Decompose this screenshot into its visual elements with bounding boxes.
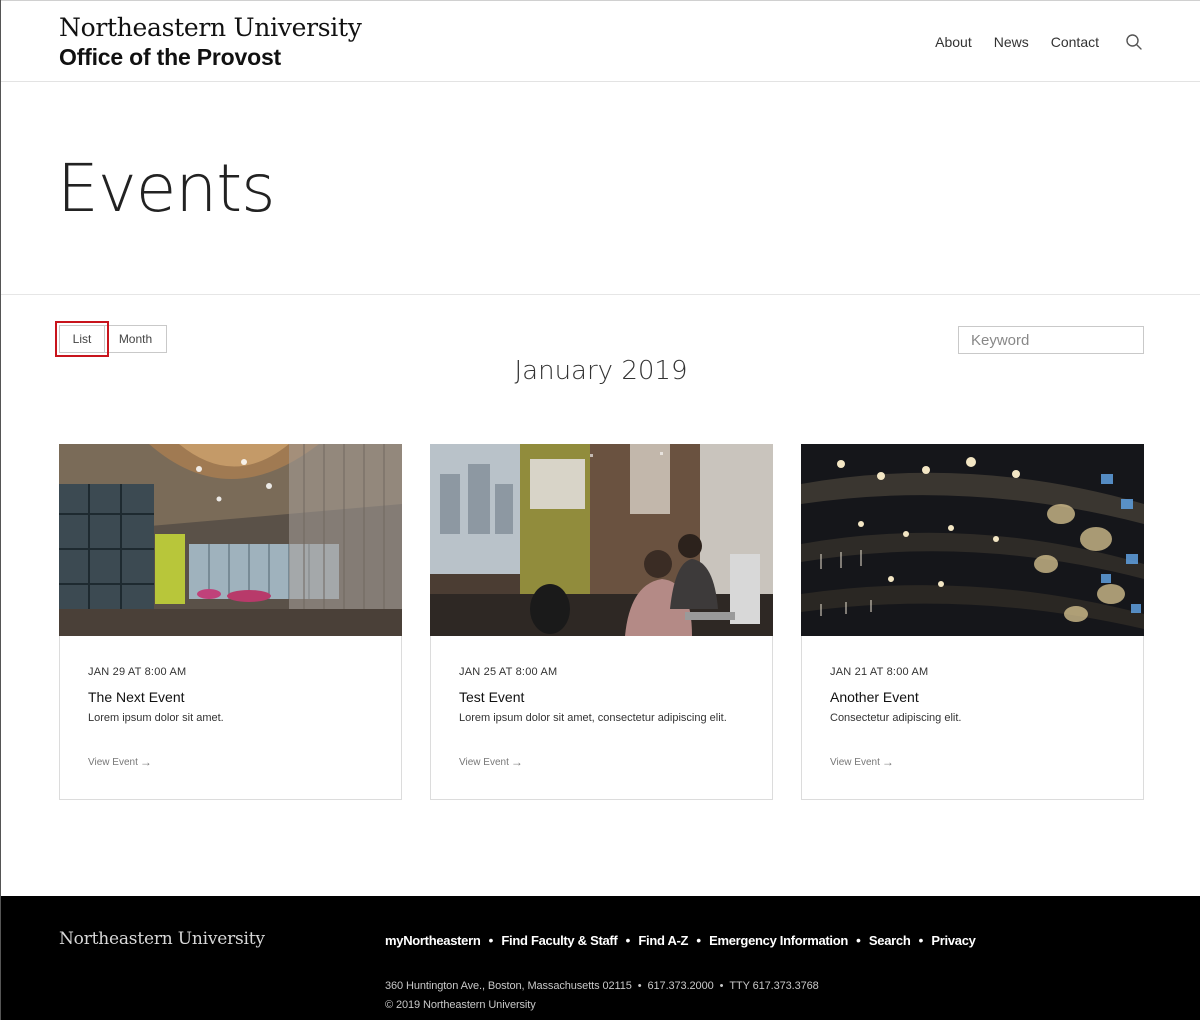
- search-icon[interactable]: [1125, 33, 1143, 51]
- event-card-body: JAN 25 AT 8:00 AM Test Event Lorem ipsum…: [459, 665, 752, 725]
- event-date: JAN 25 AT 8:00 AM: [459, 666, 558, 678]
- site-logo[interactable]: Northeastern University Office of the Pr…: [59, 13, 362, 71]
- brand-university: Northeastern University: [59, 13, 362, 42]
- hero: Events: [1, 83, 1200, 295]
- arrow-right-icon: →: [881, 755, 894, 769]
- view-event-label: View Event: [830, 756, 880, 768]
- main-nav: About News Contact: [913, 31, 1143, 53]
- event-description: Lorem ipsum dolor sit amet.: [88, 712, 224, 724]
- site-footer: Northeastern University myNortheastern •…: [1, 896, 1200, 1020]
- footer-address: 360 Huntington Ave., Boston, Massachuset…: [385, 980, 819, 992]
- copyright: © 2019 Northeastern University: [385, 999, 536, 1011]
- view-event-link[interactable]: View Event →: [459, 755, 523, 769]
- phone-number[interactable]: 617.373.2000: [648, 980, 714, 992]
- list-view-button[interactable]: List: [55, 321, 109, 357]
- separator-dot: •: [637, 980, 642, 992]
- event-card[interactable]: JAN 21 AT 8:00 AM Another Event Consecte…: [801, 444, 1144, 800]
- view-event-label: View Event: [459, 756, 509, 768]
- event-image: [801, 444, 1144, 636]
- nav-contact[interactable]: Contact: [1051, 31, 1099, 53]
- brand-office: Office of the Provost: [59, 44, 281, 70]
- nav-news[interactable]: News: [994, 31, 1029, 53]
- event-title[interactable]: Another Event: [830, 688, 1123, 706]
- separator-dot: •: [488, 932, 494, 948]
- event-image: [430, 444, 773, 636]
- event-title[interactable]: Test Event: [459, 688, 752, 706]
- month-view-button[interactable]: Month: [105, 325, 167, 353]
- tty-number[interactable]: TTY 617.373.3768: [729, 980, 818, 992]
- page-title: Events: [57, 150, 275, 227]
- nav-about[interactable]: About: [935, 31, 972, 53]
- footer-link-find-a-z[interactable]: Find A-Z: [638, 933, 688, 948]
- arrow-right-icon: →: [510, 755, 523, 769]
- footer-logo[interactable]: Northeastern University: [59, 929, 265, 949]
- footer-links: myNortheastern • Find Faculty & Staff • …: [385, 932, 976, 948]
- event-card-body: JAN 29 AT 8:00 AM The Next Event Lorem i…: [88, 665, 381, 725]
- separator-dot: •: [856, 932, 861, 948]
- separator-dot: •: [696, 932, 702, 948]
- event-card-body: JAN 21 AT 8:00 AM Another Event Consecte…: [830, 665, 1123, 725]
- arrow-right-icon: →: [139, 755, 152, 769]
- view-event-link[interactable]: View Event →: [88, 755, 152, 769]
- event-image: [59, 444, 402, 636]
- address-text: 360 Huntington Ave., Boston, Massachuset…: [385, 980, 632, 992]
- month-heading: January 2019: [514, 356, 688, 386]
- keyword-search-input[interactable]: [958, 326, 1144, 354]
- event-description: Lorem ipsum dolor sit amet, consectetur …: [459, 712, 727, 724]
- separator-dot: •: [918, 932, 924, 948]
- event-list: JAN 29 AT 8:00 AM The Next Event Lorem i…: [59, 444, 1144, 800]
- event-description: Consectetur adipiscing elit.: [830, 712, 962, 724]
- separator-dot: •: [719, 980, 724, 992]
- separator-dot: •: [625, 932, 631, 948]
- footer-link-find-faculty[interactable]: Find Faculty & Staff: [501, 933, 617, 948]
- site-header: Northeastern University Office of the Pr…: [1, 0, 1200, 82]
- footer-link-search[interactable]: Search: [869, 933, 911, 948]
- view-event-label: View Event: [88, 756, 138, 768]
- event-card[interactable]: JAN 29 AT 8:00 AM The Next Event Lorem i…: [59, 444, 402, 800]
- event-date: JAN 21 AT 8:00 AM: [830, 666, 929, 678]
- event-date: JAN 29 AT 8:00 AM: [88, 666, 187, 678]
- view-event-link[interactable]: View Event →: [830, 755, 894, 769]
- event-card[interactable]: JAN 25 AT 8:00 AM Test Event Lorem ipsum…: [430, 444, 773, 800]
- footer-link-mynortheastern[interactable]: myNortheastern: [385, 933, 481, 948]
- footer-link-emergency[interactable]: Emergency Information: [709, 933, 848, 948]
- view-toggle: List Month: [55, 321, 167, 357]
- footer-link-privacy[interactable]: Privacy: [931, 933, 975, 948]
- event-title[interactable]: The Next Event: [88, 688, 381, 706]
